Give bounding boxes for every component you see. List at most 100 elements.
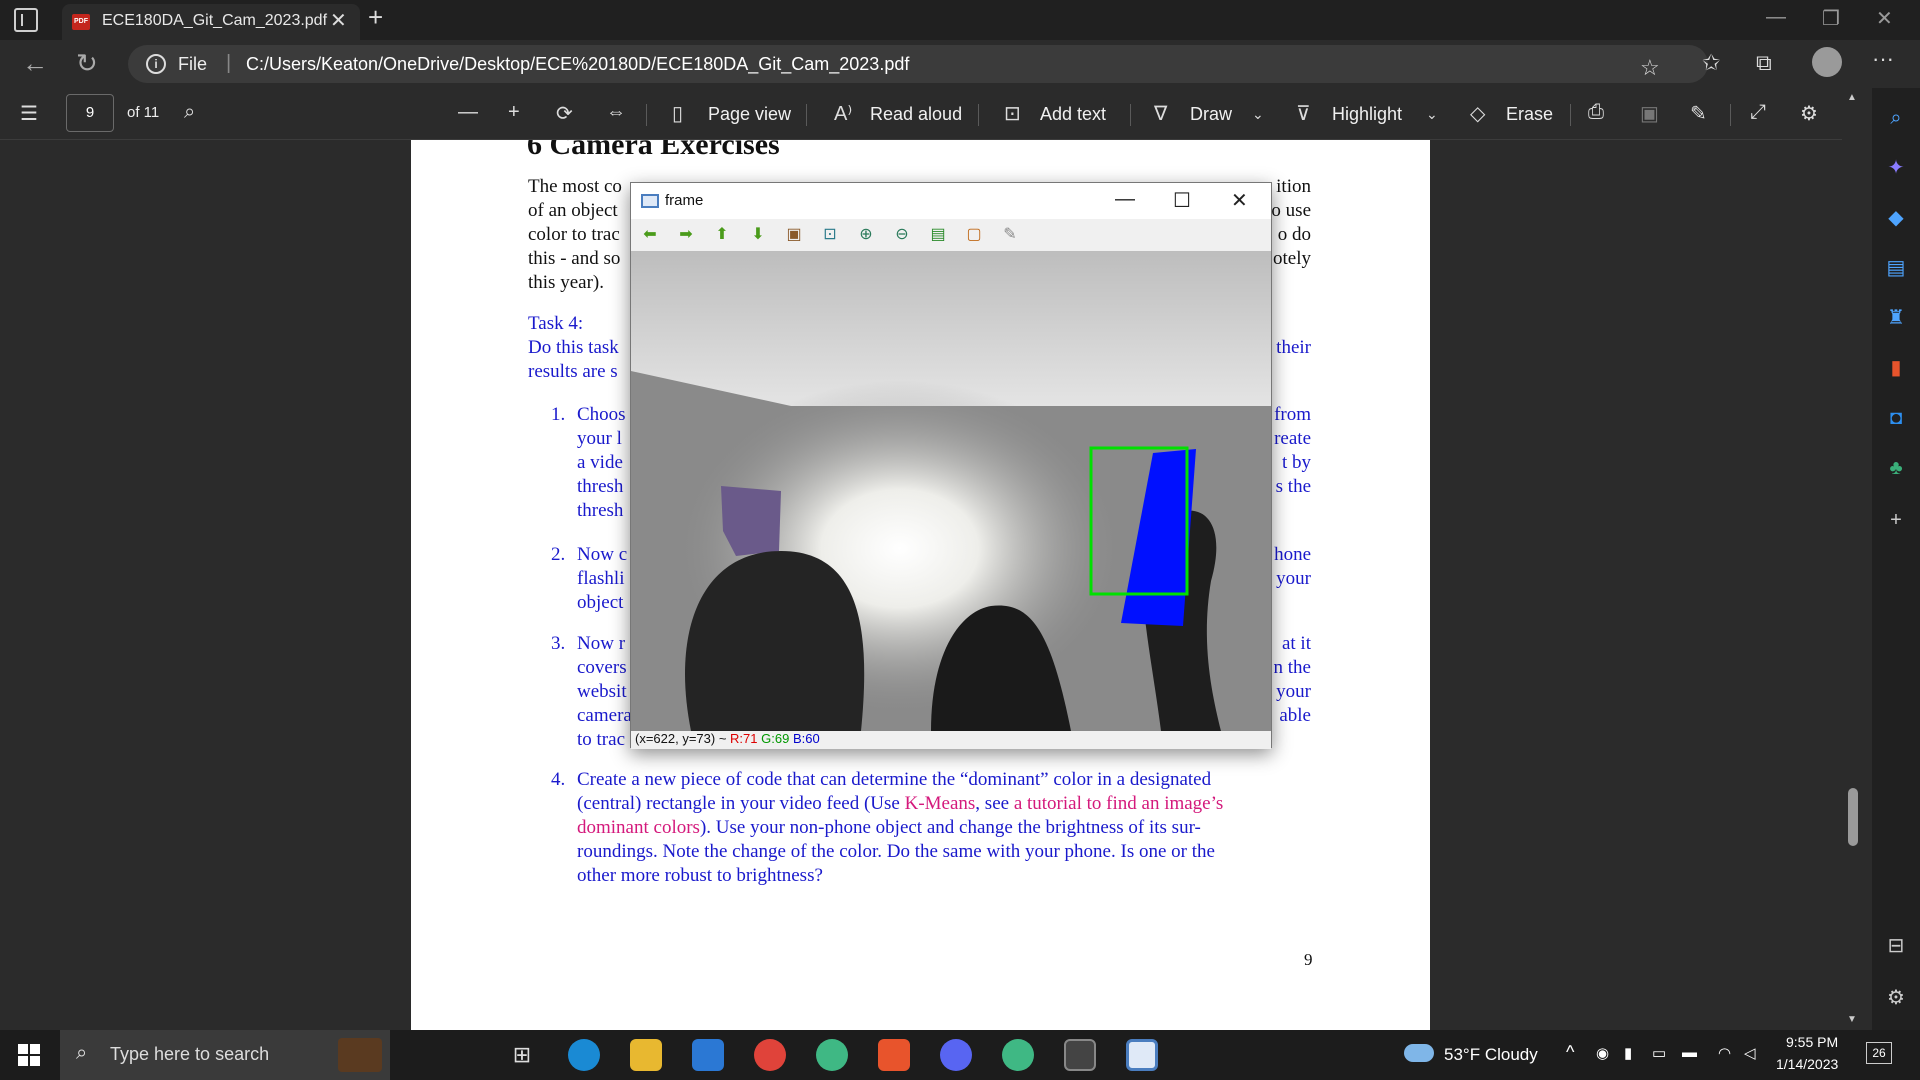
url-input[interactable]: i File | C:/Users/Keaton/OneDrive/Deskto… (128, 45, 1708, 83)
print-icon[interactable]: ⎙ (1588, 101, 1604, 124)
outlook-icon[interactable]: ◘ (1884, 406, 1908, 430)
url-text[interactable]: C:/Users/Keaton/OneDrive/Desktop/ECE%201… (246, 54, 909, 75)
task-view-icon[interactable]: ⊞ (506, 1039, 538, 1071)
volume-icon[interactable]: ◁ (1744, 1044, 1756, 1062)
fit-width-icon[interactable]: ⇔ (606, 101, 626, 124)
scroll-up-icon[interactable]: ▲ (1847, 92, 1857, 103)
copy-icon[interactable]: ▢ (963, 225, 985, 245)
save-icon[interactable]: ▣ (1640, 101, 1659, 126)
rotate-icon[interactable]: ⟳ (556, 101, 573, 126)
maximize-icon[interactable]: ☐ (1173, 188, 1191, 213)
restore-icon[interactable]: ❐ (1822, 6, 1840, 31)
camera-feed-image[interactable] (631, 251, 1271, 731)
chevron-down-icon[interactable]: ⌄ (1252, 106, 1264, 123)
erase-button[interactable]: Erase (1506, 104, 1553, 125)
terminal-icon[interactable] (1064, 1039, 1096, 1071)
k-means-link[interactable]: K-Means (905, 793, 976, 814)
sidebar-settings-icon[interactable]: ⚙ (1884, 986, 1908, 1010)
page-number-input[interactable]: 9 (66, 94, 114, 132)
profile-avatar[interactable] (1812, 47, 1842, 77)
read-aloud-icon[interactable]: A⁾ (834, 101, 852, 126)
battery-icon[interactable]: ▬ (1682, 1044, 1697, 1061)
mail-icon[interactable] (692, 1039, 724, 1071)
page-view-icon[interactable]: ▯ (672, 101, 683, 126)
zoom-out-icon[interactable]: ⊖ (891, 225, 913, 245)
close-tab-icon[interactable]: ✕ (330, 8, 347, 33)
page-view-button[interactable]: Page view (708, 104, 791, 125)
add-text-button[interactable]: Add text (1040, 104, 1106, 125)
properties-icon[interactable]: ✎ (999, 225, 1021, 245)
minimize-icon[interactable]: — (1766, 6, 1786, 29)
zoom-fit-icon[interactable]: ⊡ (819, 225, 841, 245)
highlight-button[interactable]: Highlight (1332, 104, 1402, 125)
search-icon[interactable]: ⌕ (1884, 106, 1908, 130)
minimize-icon[interactable]: — (1115, 188, 1135, 211)
info-icon[interactable]: i (146, 54, 166, 74)
save-icon[interactable]: ▤ (927, 225, 949, 245)
new-tab-icon[interactable]: + (368, 2, 383, 33)
notifications-icon[interactable]: 26 (1866, 1042, 1892, 1064)
draw-icon[interactable]: ∇ (1154, 101, 1167, 126)
hide-sidebar-icon[interactable]: ⊟ (1884, 934, 1908, 958)
display-icon[interactable]: ▭ (1652, 1044, 1666, 1062)
football-widget-icon[interactable] (338, 1038, 382, 1072)
opencv-window-taskbar-icon[interactable] (1126, 1039, 1158, 1071)
weather-text[interactable]: 53°F Cloudy (1444, 1045, 1538, 1065)
fullscreen-icon[interactable]: ⤢ (1750, 101, 1766, 124)
add-icon[interactable]: + (1884, 508, 1908, 532)
highlight-icon[interactable]: ⊽ (1296, 101, 1311, 126)
favorites-icon[interactable]: ✩ (1702, 50, 1720, 76)
chatgpt-icon[interactable] (816, 1039, 848, 1071)
refresh-icon[interactable]: ↻ (76, 48, 98, 79)
pan-right-icon[interactable]: ➡ (675, 225, 697, 245)
settings-icon[interactable]: ⚙ (1800, 101, 1818, 126)
copilot-icon[interactable]: ✦ (1884, 156, 1908, 180)
office-icon[interactable] (878, 1039, 910, 1071)
scroll-down-icon[interactable]: ▼ (1847, 1014, 1857, 1025)
chevron-down-icon[interactable]: ⌄ (1426, 106, 1438, 123)
pan-up-icon[interactable]: ⬆ (711, 225, 733, 245)
back-icon[interactable]: ← (22, 48, 48, 79)
more-options-icon[interactable]: ··· (1872, 46, 1894, 72)
close-icon[interactable]: ✕ (1231, 188, 1248, 213)
opencv-frame-window[interactable]: frame — ☐ ✕ ⬅ ➡ ⬆ ⬇ ▣ ⊡ ⊕ ⊖ ▤ ▢ ✎ (x=622… (630, 182, 1272, 749)
chatgpt-icon-2[interactable] (1002, 1039, 1034, 1071)
file-explorer-icon[interactable] (630, 1039, 662, 1071)
windows-start-icon[interactable] (18, 1044, 40, 1066)
draw-button[interactable]: Draw (1190, 104, 1232, 125)
vertical-scrollbar[interactable]: ▲ ▼ (1843, 88, 1863, 1030)
tutorial-link[interactable]: a tutorial to find an image’s (1014, 793, 1223, 814)
add-text-icon[interactable]: ⊡ (1004, 101, 1021, 126)
microphone-icon[interactable]: ▮ (1624, 1044, 1632, 1062)
zoom-in-icon[interactable]: + (508, 101, 520, 124)
read-aloud-button[interactable]: Read aloud (870, 104, 962, 125)
close-window-icon[interactable]: ✕ (1876, 6, 1893, 31)
add-favorite-icon[interactable]: ☆ (1640, 55, 1660, 81)
edge-browser-icon[interactable] (568, 1039, 600, 1071)
chrome-icon[interactable] (754, 1039, 786, 1071)
shopping-tag-icon[interactable]: ◆ (1884, 206, 1908, 230)
zoom-out-icon[interactable]: — (458, 101, 478, 124)
tab-actions-icon[interactable] (14, 8, 38, 32)
office-icon[interactable]: ▮ (1884, 356, 1908, 380)
taskbar-search[interactable]: ⌕ Type here to search (60, 1030, 390, 1080)
eraser-icon[interactable]: ◇ (1470, 101, 1485, 126)
clock-date[interactable]: 1/14/2023 (1776, 1056, 1838, 1072)
meet-now-icon[interactable]: ◉ (1596, 1044, 1609, 1062)
scroll-thumb[interactable] (1848, 788, 1858, 846)
wifi-icon[interactable]: ◠ (1718, 1044, 1731, 1062)
zoom-image-icon[interactable]: ▣ (783, 225, 805, 245)
dominant-colors-link[interactable]: dominant colors (577, 817, 700, 838)
tree-icon[interactable]: ♣ (1884, 456, 1908, 480)
save-as-icon[interactable]: ✎ (1690, 101, 1707, 126)
collections-icon[interactable]: ⧉ (1756, 50, 1772, 76)
pan-down-icon[interactable]: ⬇ (747, 225, 769, 245)
tools-icon[interactable]: ▤ (1884, 256, 1908, 280)
discord-icon[interactable] (940, 1039, 972, 1071)
zoom-in-icon[interactable]: ⊕ (855, 225, 877, 245)
pan-left-icon[interactable]: ⬅ (639, 225, 661, 245)
search-icon[interactable]: ⌕ (184, 101, 195, 124)
clock-time[interactable]: 9:55 PM (1786, 1034, 1838, 1050)
frame-title-bar[interactable]: frame — ☐ ✕ (631, 183, 1271, 219)
contents-icon[interactable]: ☰ (20, 101, 38, 126)
